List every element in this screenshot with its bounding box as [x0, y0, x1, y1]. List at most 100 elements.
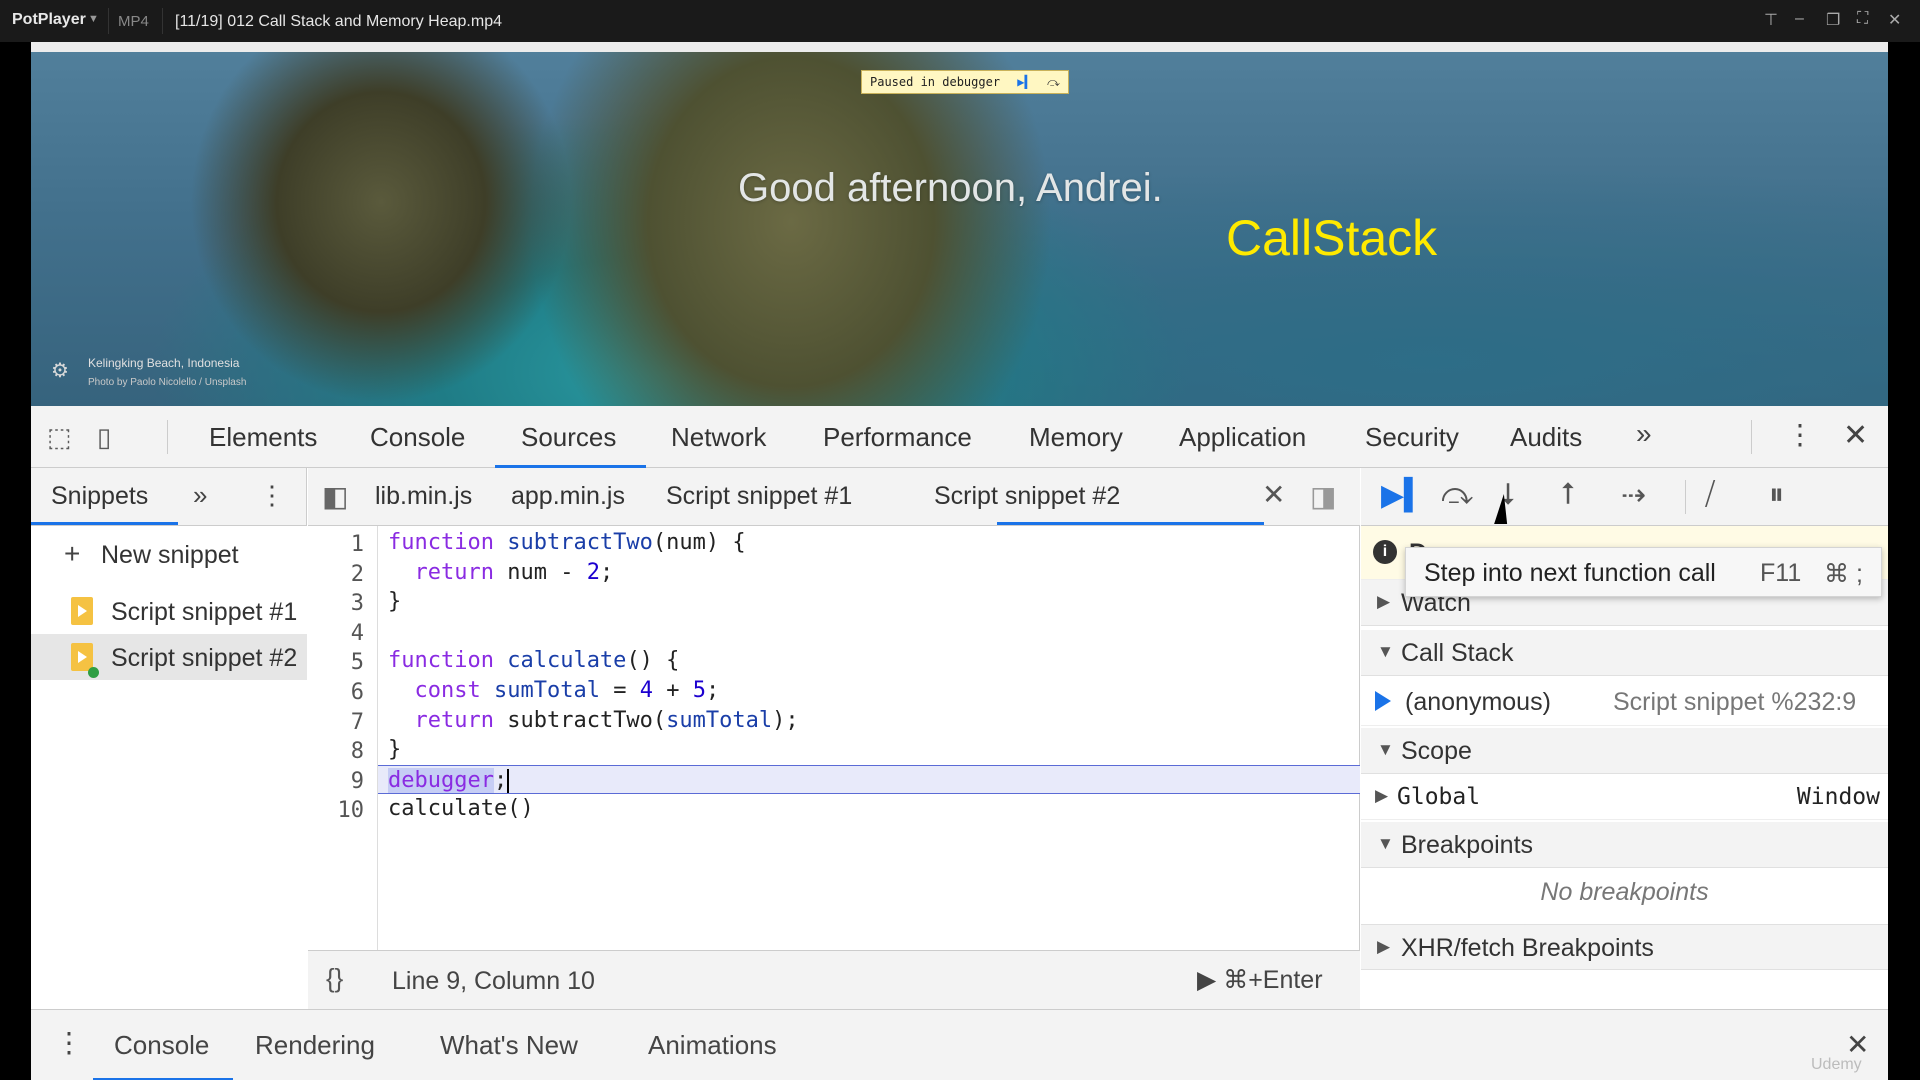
- step-over-icon[interactable]: ⤼: [1047, 71, 1060, 93]
- step-over-icon[interactable]: ⤼: [1441, 478, 1473, 512]
- player-title: [11/19] 012 Call Stack and Memory Heap.m…: [175, 13, 502, 30]
- step-into-tooltip: Step into next function call F11 ⌘ ;: [1405, 547, 1882, 597]
- customize-menu-icon[interactable]: ⋮: [1786, 418, 1814, 451]
- collapse-triangle-icon: ▼: [1377, 642, 1394, 661]
- drawer-tab-whats-new[interactable]: What's New: [440, 1030, 578, 1061]
- tab-audits[interactable]: Audits: [1510, 422, 1582, 453]
- tab-network[interactable]: Network: [671, 422, 766, 453]
- call-frame-location[interactable]: Script snippet %232:9: [1613, 688, 1856, 717]
- breakpoints-section-header[interactable]: ▼ Breakpoints: [1361, 822, 1888, 868]
- pin-icon[interactable]: ⊤: [1764, 10, 1778, 30]
- new-snippet-button[interactable]: + New snippet: [31, 526, 307, 580]
- drawer-tab-rendering[interactable]: Rendering: [255, 1030, 375, 1061]
- line-number-gutter[interactable]: 1 2 3 4 5 6 7 8 9 10: [308, 526, 378, 950]
- tab-security[interactable]: Security: [1365, 422, 1459, 453]
- code-line: return num - 2;: [414, 560, 614, 585]
- snippet-item-selected[interactable]: Script snippet #2: [31, 634, 307, 680]
- paused-in-debugger-badge: Paused in debugger ▶▍ ⤼: [861, 70, 1069, 94]
- drawer-menu-icon[interactable]: ⋮: [55, 1026, 83, 1059]
- pretty-print-icon[interactable]: {}: [326, 963, 343, 994]
- divider: [1751, 420, 1752, 454]
- info-icon: i: [1373, 540, 1397, 564]
- restore-icon[interactable]: ❐: [1826, 10, 1840, 30]
- snippet-item[interactable]: Script snippet #1: [31, 588, 307, 634]
- tab-sources[interactable]: Sources: [521, 422, 616, 453]
- tab-elements[interactable]: Elements: [209, 422, 317, 453]
- navigator-menu-icon[interactable]: ⋮: [259, 480, 285, 511]
- section-title: XHR/fetch Breakpoints: [1401, 934, 1654, 962]
- editor-tab-active[interactable]: Script snippet #2: [934, 482, 1120, 511]
- line-number[interactable]: 8: [308, 739, 364, 764]
- line-number[interactable]: 5: [308, 650, 364, 675]
- line-number[interactable]: 6: [308, 680, 364, 705]
- step-out-icon[interactable]: ⭡: [1561, 478, 1575, 512]
- call-frame[interactable]: (anonymous) Script snippet %232:9: [1361, 676, 1888, 726]
- chevron-down-icon[interactable]: ▼: [88, 13, 99, 25]
- code-line: calculate(): [388, 796, 534, 821]
- editor-tab[interactable]: lib.min.js: [375, 482, 472, 511]
- expand-triangle-icon: ▶: [1377, 592, 1391, 611]
- scope-section-header[interactable]: ▼ Scope: [1361, 728, 1888, 774]
- minimize-icon[interactable]: –: [1795, 10, 1804, 28]
- tab-memory[interactable]: Memory: [1029, 422, 1123, 453]
- drawer-tab-animations[interactable]: Animations: [648, 1030, 777, 1061]
- line-number[interactable]: 2: [308, 562, 364, 587]
- player-brand[interactable]: PotPlayer: [12, 11, 86, 29]
- toggle-navigator-icon[interactable]: ◧: [322, 480, 348, 513]
- line-number[interactable]: 10: [308, 798, 365, 823]
- collapse-triangle-icon: ▼: [1377, 740, 1394, 759]
- toggle-debugger-icon[interactable]: ◨: [1310, 480, 1336, 513]
- line-number[interactable]: 7: [308, 710, 364, 735]
- snippet-label: Script snippet #2: [111, 644, 298, 672]
- pause-on-exceptions-icon[interactable]: ⏸: [1769, 478, 1784, 512]
- editor-tab[interactable]: Script snippet #1: [666, 482, 852, 511]
- debugger-toolbar: ▶▍ ⤼ ⭣ ⭡ ⇢ ⧸ ⏸: [1361, 468, 1888, 526]
- video-overlay-label: CallStack: [1226, 210, 1438, 266]
- inspect-element-icon[interactable]: ⬚: [47, 422, 72, 453]
- scope-value: Window: [1796, 784, 1880, 810]
- snippet-list: Script snippet #1 Script snippet #2: [31, 580, 307, 1009]
- more-tabs-icon[interactable]: »: [193, 480, 207, 511]
- tooltip-mac-shortcut: ⌘ ;: [1824, 560, 1863, 588]
- tab-application[interactable]: Application: [1179, 422, 1306, 453]
- section-title: Scope: [1401, 737, 1472, 765]
- step-icon[interactable]: ⇢: [1621, 478, 1646, 513]
- close-tab-icon[interactable]: ✕: [1262, 478, 1285, 511]
- no-breakpoints-text: No breakpoints: [1540, 878, 1709, 906]
- line-number[interactable]: 3: [308, 591, 364, 616]
- editor-tab[interactable]: app.min.js: [511, 482, 625, 511]
- code-area[interactable]: function subtractTwo(num) { return num -…: [378, 526, 1360, 950]
- close-devtools-icon[interactable]: ✕: [1843, 418, 1868, 453]
- editor-tab-bar: ◧ lib.min.js app.min.js Script snippet #…: [308, 468, 1360, 526]
- fullscreen-icon[interactable]: ⛶: [1857, 10, 1868, 28]
- tab-console[interactable]: Console: [370, 422, 465, 453]
- line-number[interactable]: 9: [308, 769, 364, 794]
- resume-icon[interactable]: ▶▍: [1017, 71, 1031, 93]
- greeting-text: Good afternoon, Andrei.: [738, 166, 1163, 210]
- tab-snippets[interactable]: Snippets: [51, 482, 148, 511]
- more-tabs-icon[interactable]: »: [1636, 418, 1652, 450]
- collapse-triangle-icon: ▼: [1377, 834, 1394, 853]
- tab-performance[interactable]: Performance: [823, 422, 972, 453]
- code-line: const sumTotal = 4 + 5;: [414, 678, 720, 703]
- code-line: function subtractTwo(num) {: [388, 530, 746, 555]
- deactivate-breakpoints-icon[interactable]: ⧸: [1705, 478, 1715, 512]
- resume-icon[interactable]: ▶▍: [1381, 478, 1427, 513]
- drawer-tab-console[interactable]: Console: [114, 1030, 209, 1061]
- call-stack-section-header[interactable]: ▼ Call Stack: [1361, 630, 1888, 676]
- close-icon[interactable]: ✕: [1888, 10, 1901, 30]
- running-indicator-icon: [88, 667, 99, 678]
- debug-pill-label: Paused in debugger: [870, 75, 1001, 89]
- snippet-file-icon: [71, 597, 93, 625]
- scope-row-global[interactable]: ▶ Global Window: [1361, 774, 1888, 820]
- run-snippet-button[interactable]: ▶ ⌘+Enter: [1197, 965, 1323, 995]
- device-toolbar-icon[interactable]: ▯: [97, 422, 111, 453]
- code-line: function calculate() {: [388, 648, 680, 673]
- xhr-breakpoints-section-header[interactable]: ▶ XHR/fetch Breakpoints: [1361, 924, 1888, 970]
- tooltip-shortcut: F11: [1760, 559, 1802, 587]
- sources-navigator: Snippets » ⋮ + New snippet Script snippe…: [31, 468, 307, 1009]
- line-number[interactable]: 4: [308, 621, 364, 646]
- line-number[interactable]: 1: [308, 532, 364, 557]
- gear-icon[interactable]: ⚙: [51, 358, 69, 383]
- divider: [167, 420, 168, 454]
